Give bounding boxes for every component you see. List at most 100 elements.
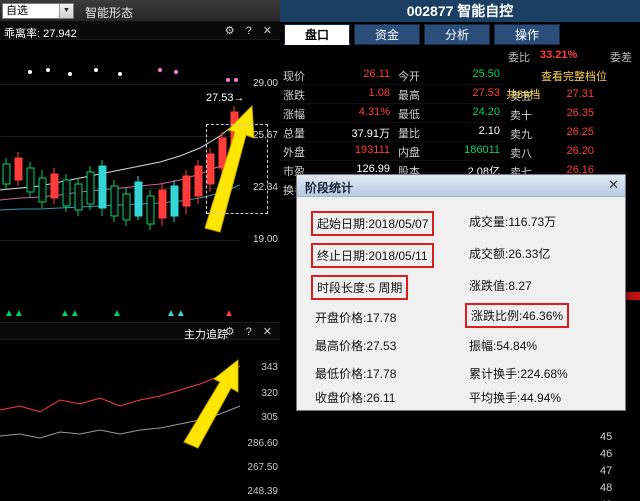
sub-axis-tick: 320 (261, 388, 278, 399)
field-amplitude: 振幅:54.84% (469, 339, 538, 353)
weibi-strip: 委比 33.21% 委差 (506, 46, 640, 66)
deal-index: 47 (600, 465, 613, 477)
order-book-row[interactable]: 卖十 26.35 (508, 105, 640, 124)
tab-fenxi[interactable]: 分析 (424, 24, 490, 45)
watchlist-combo-value: 自选 (6, 5, 28, 17)
quote-key: 今开 (398, 71, 420, 83)
watchlist-combo[interactable]: 自选 ▼ (2, 3, 74, 19)
quote-value: 1.08 (368, 87, 390, 99)
quote-key: 内盘 (398, 147, 420, 159)
sub-axis-tick: 286.60 (247, 438, 278, 449)
quote-key: 最低 (398, 109, 420, 121)
ob-price: 26.20 (566, 145, 594, 157)
ob-level: 卖八 (510, 148, 532, 160)
quote-key: 量比 (398, 128, 420, 140)
chevron-down-icon[interactable]: ▼ (59, 4, 73, 18)
quote-value: 186011 (464, 144, 500, 156)
quote-value: 2.10 (478, 125, 500, 137)
ob-price: 26.25 (566, 126, 594, 138)
sub-chart-canvas (0, 358, 241, 449)
order-book-row[interactable]: 卖九 26.25 (508, 124, 640, 143)
field-change-value: 涨跌值:8.27 (469, 279, 532, 293)
sub-chart-tools[interactable]: ⚙ ? ✕ (225, 325, 276, 338)
field-end-date: 终止日期:2018/05/11 (311, 243, 434, 268)
quote-value: 26.11 (363, 68, 390, 80)
ob-price: 26.35 (566, 107, 594, 119)
deal-price: 26.11 (632, 465, 640, 477)
view-full-depth-link[interactable]: 查看完整档位 (508, 68, 640, 86)
sub-axis-tick: 248.39 (247, 486, 278, 497)
deal-index: 48 (600, 482, 613, 494)
chart-panel: 乖离率: 27.942 ⚙ ? ✕ 29.00 25.67 22.34 19.0… (0, 22, 280, 501)
chart-header-tools[interactable]: ⚙ ? ✕ (225, 24, 276, 37)
table-row: 涨跌 1.08 最高 27.53 (280, 85, 506, 104)
quote-value: 4.31% (358, 106, 390, 118)
list-item: 46 26.11 2 S 买七 26.04 (560, 447, 640, 464)
chart-indicator-title: 乖离率: 27.942 (4, 28, 77, 40)
main-force-tracking-chart[interactable]: 343 320 305 286.60 267.50 248.39 229.29 (0, 340, 280, 501)
quote-tabs: 盘口 资金 分析 操作 (280, 24, 640, 46)
table-row: 涨幅 4.31% 最低 24.20 (280, 104, 506, 123)
stage-statistics-dialog[interactable]: 阶段统计 ✕ 起始日期:2018/05/07 终止日期:2018/05/11 时… (296, 174, 626, 411)
table-row: 外盘 193111 内盘 186011 (280, 142, 506, 161)
order-book-row[interactable]: 卖八 26.20 (508, 143, 640, 162)
weibi-label: 委比 (508, 52, 530, 64)
quote-key: 最高 (398, 90, 420, 102)
deal-list: 45 26.11 0.50 S 买六 26.05 46 26.11 2 S 买七… (560, 430, 640, 501)
menu-item-smart-pattern[interactable]: 智能形态 (85, 4, 133, 21)
field-change-ratio: 涨跌比例:46.36% (465, 303, 570, 328)
stock-title: 002877 智能自控 (280, 0, 640, 22)
deal-price: 26.11 (632, 482, 640, 494)
dialog-title: 阶段统计 (305, 181, 354, 195)
dialog-body: 起始日期:2018/05/07 终止日期:2018/05/11 时段长度:5 周… (297, 197, 625, 411)
signal-arrow-row: ▲▲ ▲▲ ▲ ▲▲ ▲ (4, 308, 234, 319)
list-item: 45 26.11 0.50 S 买六 26.05 (560, 430, 640, 447)
chart-header: 乖离率: 27.942 ⚙ ? ✕ (0, 22, 280, 40)
sub-axis-tick: 305 (261, 412, 278, 423)
annotation-arrow-up-2 (183, 358, 239, 449)
quote-value: 24.20 (472, 106, 500, 118)
depth-count-badge: 共89档 (506, 89, 541, 101)
tab-pankou[interactable]: 盘口 (284, 24, 350, 45)
tab-zijin[interactable]: 资金 (354, 24, 420, 45)
close-icon[interactable]: ✕ (608, 177, 619, 193)
field-close-price: 收盘价格:26.11 (315, 391, 396, 405)
deal-index: 46 (600, 448, 613, 460)
field-period-length: 时段长度:5 周期 (311, 275, 409, 300)
list-item: 47 26.11 0.50 S 买八 26.03 (560, 464, 640, 481)
field-high-price: 最高价格:27.53 (315, 339, 397, 353)
field-avg-turnover-rate: 平均换手:44.94% (469, 391, 562, 405)
table-row: 现价 26.11 今开 25.50 (280, 66, 506, 85)
weibi-value: 33.21% (540, 49, 578, 61)
deal-price: 26.11 (632, 431, 640, 443)
field-turnover: 成交额:26.33亿 (469, 247, 551, 261)
quote-key: 涨跌 (283, 90, 305, 102)
deal-price: 26.11 (632, 448, 640, 460)
sub-chart-header: 主力追踪 ⚙ ? ✕ (0, 322, 280, 341)
candlestick-chart[interactable]: 29.00 25.67 22.34 19.00 27.53→ (0, 40, 280, 310)
quote-key: 涨幅 (283, 109, 305, 121)
list-item: 48 26.11 2 S 买九 26.02 (560, 481, 640, 498)
quote-value: 27.53 (472, 87, 500, 99)
field-start-date: 起始日期:2018/05/07 (311, 211, 435, 236)
field-total-turnover-rate: 累计换手:224.68% (469, 367, 568, 381)
price-callout-label: 27.53→ (206, 92, 245, 104)
quote-key: 总量 (283, 128, 305, 140)
dialog-title-bar[interactable]: 阶段统计 ✕ (297, 175, 625, 197)
tab-caozuo[interactable]: 操作 (494, 24, 560, 45)
field-low-price: 最低价格:17.78 (315, 367, 397, 381)
deal-index: 45 (600, 431, 613, 443)
quote-value: 37.91万 (351, 128, 390, 140)
app-root: 自选 ▼ 智能形态 隐藏>> 乖离率: 27.942 ⚙ ? ✕ 29.00 2… (0, 0, 640, 501)
ob-level: 卖十 (510, 110, 532, 122)
sub-axis-tick: 267.50 (247, 462, 278, 473)
field-open-price: 开盘价格:17.78 (315, 311, 397, 325)
quote-value: 25.50 (472, 68, 500, 80)
field-volume: 成交量:116.73万 (469, 215, 557, 229)
sub-axis-tick: 343 (261, 362, 278, 373)
weicha-label: 委差 (610, 52, 632, 64)
highlight-selection-box (206, 124, 268, 214)
quote-key: 现价 (283, 71, 305, 83)
quote-key: 外盘 (283, 147, 305, 159)
ob-level: 卖九 (510, 129, 532, 141)
